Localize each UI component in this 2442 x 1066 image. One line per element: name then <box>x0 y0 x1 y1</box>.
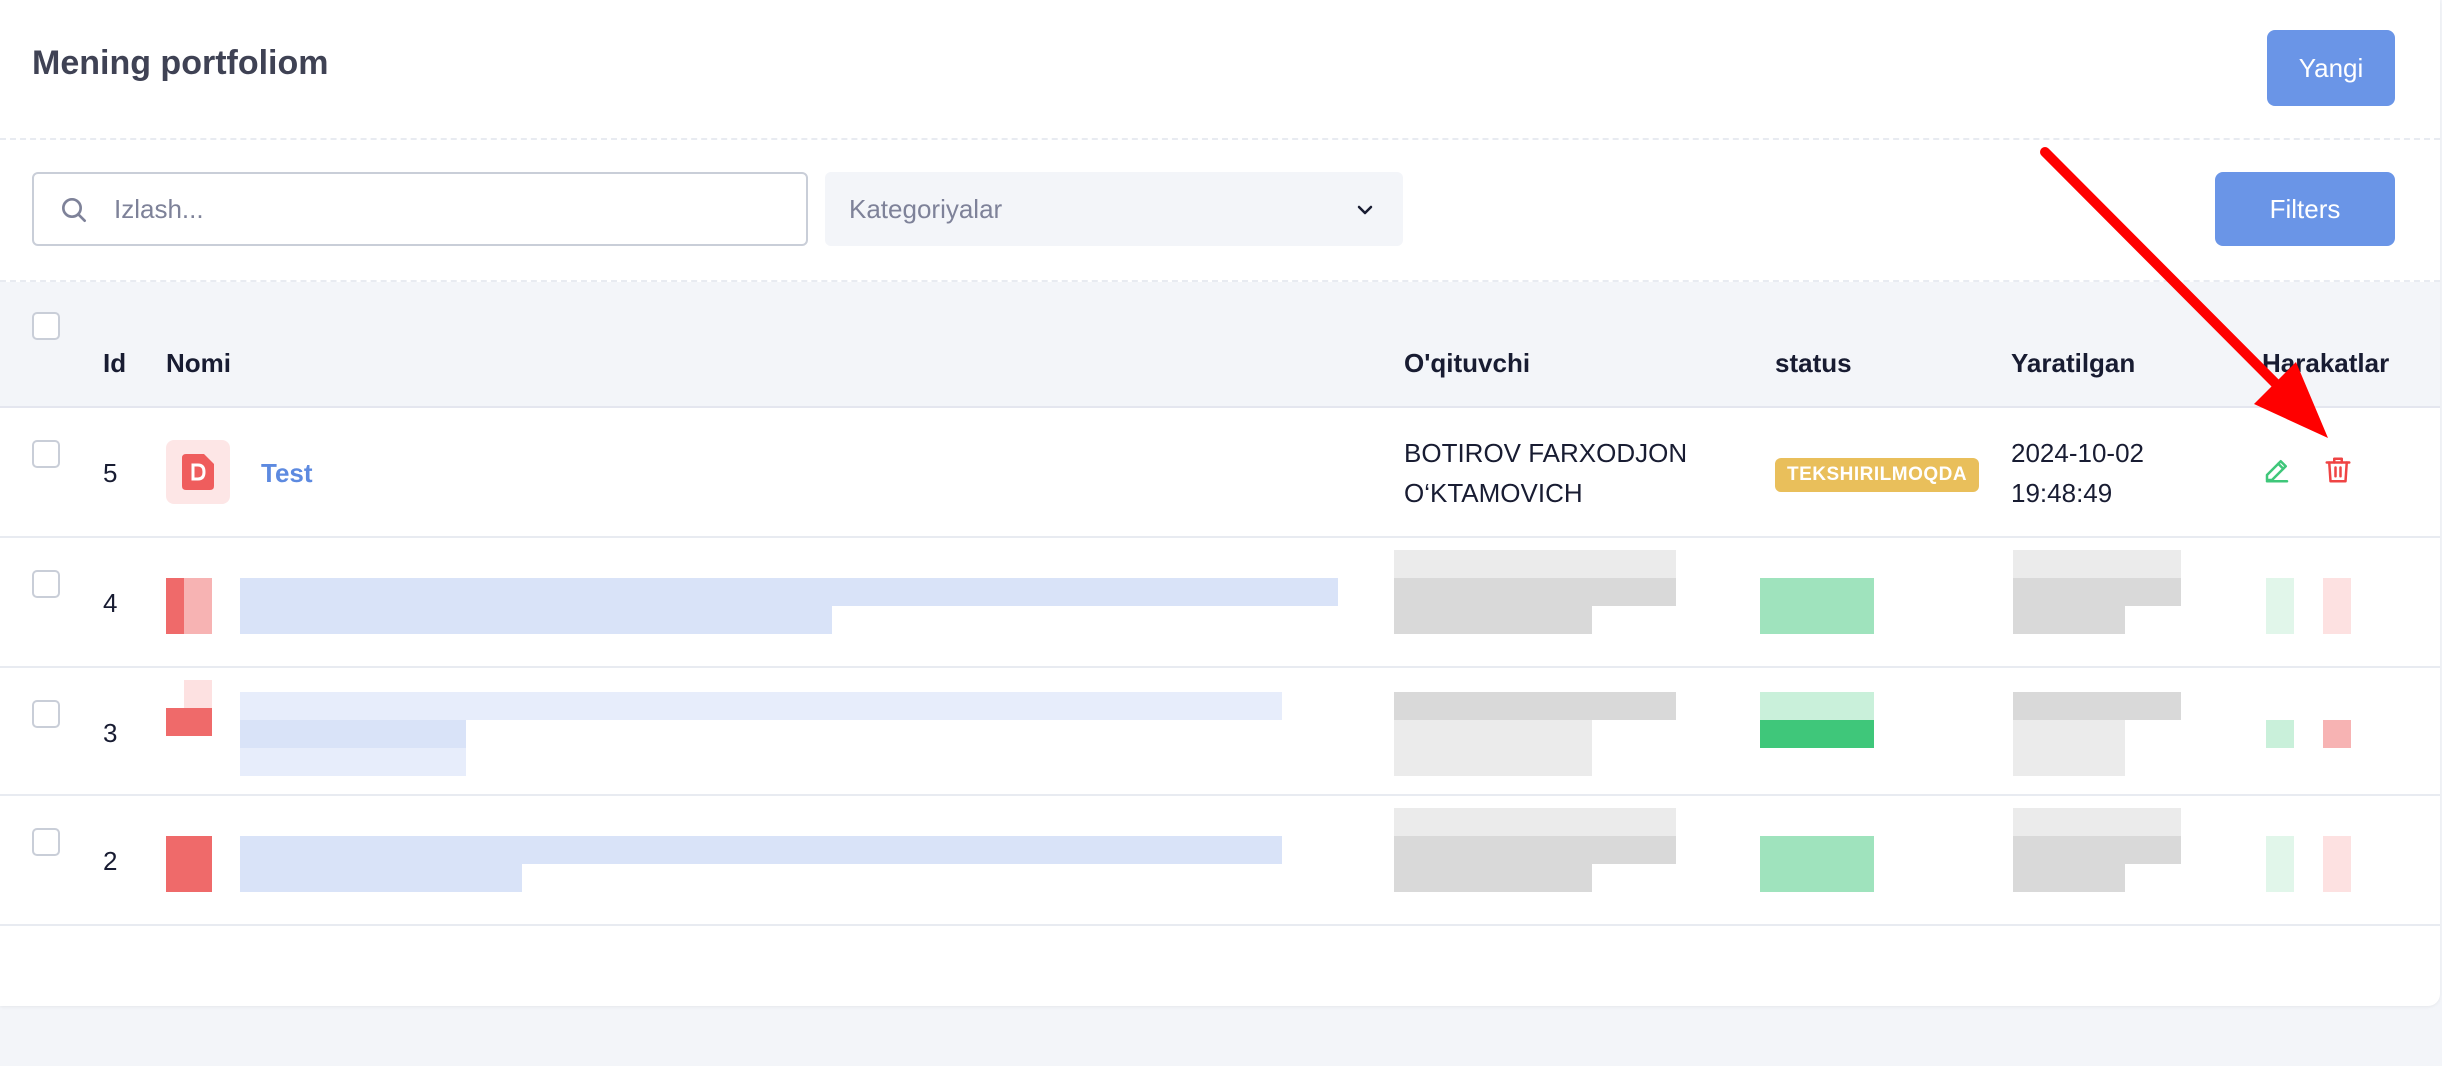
row-teacher-line2: O‘KTAMOVICH <box>1404 478 1583 508</box>
column-header-id: Id <box>103 348 127 378</box>
table-row: 2 <box>0 796 2440 926</box>
table-row: 5 Test BOTIROV FARXODJON O‘KTAMOVICH TEK… <box>0 408 2440 538</box>
row-created-time: 19:48:49 <box>2011 478 2113 508</box>
row-checkbox[interactable] <box>32 440 60 468</box>
trash-icon[interactable] <box>2323 720 2351 748</box>
pixelated-name <box>240 692 1282 720</box>
file-icon <box>166 836 212 892</box>
pixelated-status <box>1760 578 1874 634</box>
row-id: 3 <box>103 718 118 748</box>
pixelated-name <box>240 864 522 892</box>
pixelated-date <box>2013 606 2125 634</box>
pixelated-date <box>2013 836 2181 864</box>
pixelated-status <box>1760 692 1874 720</box>
column-header-name[interactable]: Nomi <box>166 348 231 379</box>
pixelated-name <box>240 836 1282 864</box>
search-box[interactable] <box>32 172 808 246</box>
pixelated-date <box>2013 578 2181 606</box>
pixelated-name <box>240 720 466 748</box>
trash-icon[interactable] <box>2323 578 2351 634</box>
pixelated-name <box>240 606 832 634</box>
row-checkbox[interactable] <box>32 828 60 856</box>
card-header: Mening portfoliom Yangi <box>0 0 2440 140</box>
pixelated-status <box>1760 720 1874 748</box>
new-button[interactable]: Yangi <box>2267 30 2395 106</box>
filters-button[interactable]: Filters <box>2215 172 2395 246</box>
column-header-created[interactable]: Yaratilgan <box>2011 348 2135 379</box>
select-all-checkbox[interactable] <box>32 312 60 340</box>
portfolio-card: Mening portfoliom Yangi Kategoriyalar Fi… <box>0 0 2440 1006</box>
row-checkbox[interactable] <box>32 570 60 598</box>
trash-icon[interactable] <box>2323 455 2353 485</box>
row-created-date: 2024-10-02 <box>2011 438 2144 468</box>
pixelated-date <box>2013 550 2181 578</box>
pixelated-teacher <box>1394 836 1676 864</box>
row-teacher-line1: BOTIROV FARXODJON <box>1404 438 1688 468</box>
row-id: 4 <box>103 588 118 618</box>
toolbar: Kategoriyalar Filters <box>0 140 2440 282</box>
pixelated-block <box>184 680 212 708</box>
search-input[interactable] <box>114 184 774 234</box>
column-header-status[interactable]: status <box>1775 348 1852 379</box>
pixelated-teacher <box>1394 692 1676 720</box>
file-icon <box>166 440 230 504</box>
pixelated-teacher <box>1394 720 1592 776</box>
pixelated-name <box>240 748 466 776</box>
pixelated-date <box>2013 720 2125 776</box>
pixelated-teacher <box>1394 808 1676 836</box>
row-id: 2 <box>103 846 118 876</box>
pixelated-date <box>2013 864 2125 892</box>
pixelated-teacher <box>1394 606 1592 634</box>
trash-icon[interactable] <box>2323 836 2351 892</box>
status-badge: TEKSHIRILMOQDA <box>1775 458 1980 492</box>
pixelated-teacher <box>1394 578 1676 606</box>
category-select[interactable]: Kategoriyalar <box>825 172 1403 246</box>
pixelated-teacher <box>1394 550 1676 578</box>
table-header: Id Nomi O'qituvchi status Yaratilgan Har… <box>0 282 2440 408</box>
pixelated-teacher <box>1394 864 1592 892</box>
pixelated-date <box>2013 808 2181 836</box>
edit-icon[interactable] <box>2266 720 2294 748</box>
edit-icon[interactable] <box>2266 836 2294 892</box>
pixelated-name <box>240 578 1338 606</box>
row-name-link[interactable]: Test <box>261 458 313 489</box>
column-header-teacher[interactable]: O'qituvchi <box>1404 348 1530 379</box>
pixelated-date <box>2013 692 2181 720</box>
search-icon <box>62 198 86 222</box>
category-select-value: Kategoriyalar <box>849 194 1003 224</box>
file-icon <box>166 708 212 736</box>
edit-icon[interactable] <box>2262 455 2292 485</box>
pixelated-block <box>184 578 212 634</box>
chevron-down-icon <box>1357 205 1373 215</box>
column-header-actions: Harakatlar <box>2262 348 2390 378</box>
table-row: 4 <box>0 538 2440 668</box>
page-title: Mening portfoliom <box>32 44 329 82</box>
row-checkbox[interactable] <box>32 700 60 728</box>
table-row: 3 <box>0 668 2440 796</box>
edit-icon[interactable] <box>2266 578 2294 634</box>
pixelated-status <box>1760 836 1874 892</box>
row-id: 5 <box>103 458 118 488</box>
